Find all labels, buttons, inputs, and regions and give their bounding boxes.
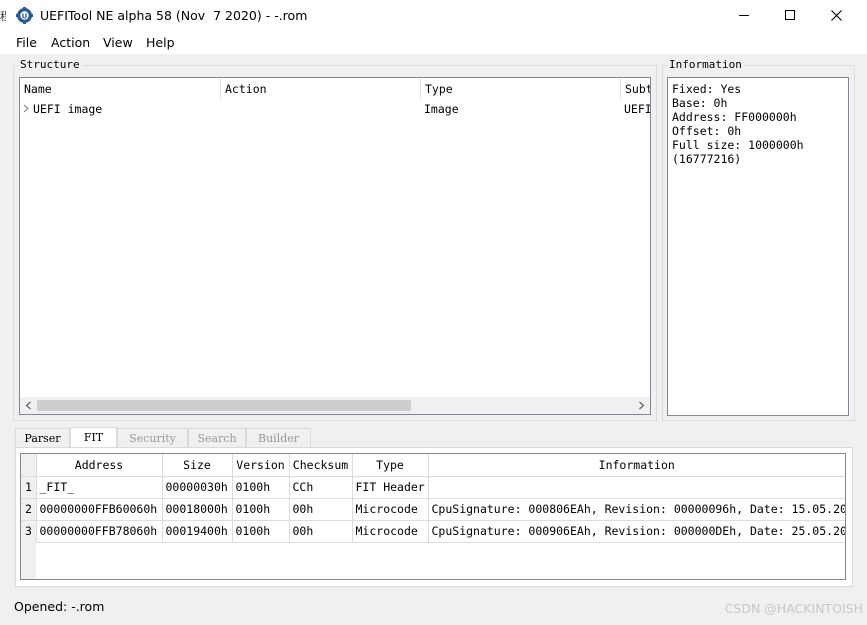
column-header-size[interactable]: Size [162,454,233,477]
cell-checksum: CCh [289,476,353,499]
information-group-title: Information [667,58,744,71]
cell-size: 00000030h [162,476,233,499]
cell-checksum: 00h [289,498,353,521]
close-icon [830,9,842,21]
minimize-button[interactable] [721,0,767,30]
info-line: Full size: 1000000h [672,138,804,152]
status-bar-text: Opened: -.rom [14,599,105,614]
tree-row[interactable]: UEFI image Image UEFI [20,100,650,118]
scroll-right-icon[interactable] [638,401,645,410]
information-text[interactable]: Fixed: Yes Base: 0h Address: FF000000h O… [667,77,849,416]
expand-chevron-icon[interactable] [23,104,29,113]
column-header-name[interactable]: Name [20,78,221,100]
maximize-icon [785,10,795,20]
horizontal-scrollbar[interactable] [20,397,650,414]
row-header-filler [21,542,36,579]
menu-help[interactable]: Help [146,35,175,50]
tab-security[interactable]: Security [117,428,188,447]
cell-address: _FIT_ [36,476,163,499]
menu-view[interactable]: View [103,35,133,50]
tab-fit[interactable]: FIT [70,427,117,447]
info-line: Base: 0h [672,96,728,110]
cell-version: 0100h [232,498,290,521]
window-title: UEFITool NE alpha 58 (Nov 7 2020) - -.ro… [40,8,308,23]
info-line: Offset: 0h [672,124,742,138]
row-number: 2 [21,498,37,521]
tab-search[interactable]: Search [188,428,246,447]
menu-bar: File Action View Help [0,32,867,54]
table-row[interactable]: 3 00000000FFB78060h 00019400h 0100h 00h … [21,520,845,543]
column-header-subtype[interactable]: Subtype [621,78,650,100]
cell-type: Microcode [352,498,429,521]
watermark: CSDN @HACKINTOISH [724,601,863,616]
minimize-icon [739,15,749,16]
column-header-version[interactable]: Version [232,454,290,477]
row-number: 1 [21,476,37,499]
cell-address: 00000000FFB60060h [36,498,163,521]
cell-checksum: 00h [289,520,353,543]
cell-information: CpuSignature: 000906EAh, Revision: 00000… [428,520,845,543]
close-button[interactable] [813,0,859,30]
cell-size: 00019400h [162,520,233,543]
info-line: Fixed: Yes [672,82,742,96]
fit-table[interactable]: Address Size Version Checksum Type Infor… [20,453,846,580]
table-row[interactable]: 1 _FIT_ 00000030h 0100h CCh FIT Header [21,476,845,499]
structure-tree[interactable]: Name Action Type Subtype UEFI image Imag… [19,77,651,415]
column-header-type[interactable]: Type [421,78,621,100]
table-corner [21,454,37,477]
title-bar: 程 U UEFITool NE alpha 58 (Nov 7 2020) - … [0,0,867,32]
column-header-address[interactable]: Address [36,454,163,477]
cell-size: 00018000h [162,498,233,521]
row-number: 3 [21,520,37,543]
tab-builder[interactable]: Builder [246,428,311,447]
tree-cell-type: Image [424,102,459,116]
cell-information: CpuSignature: 000806EAh, Revision: 00000… [428,498,845,521]
scrollbar-thumb[interactable] [37,400,411,411]
tree-cell-name: UEFI image [33,102,103,116]
left-edge-artifact: 程 [0,10,6,23]
table-row[interactable]: 2 00000000FFB60060h 00018000h 0100h 00h … [21,498,845,521]
column-header-information[interactable]: Information [428,454,845,477]
cell-type: Microcode [352,520,429,543]
app-gear-icon: U [16,7,33,24]
menu-action[interactable]: Action [51,35,90,50]
info-line: (16777216) [672,152,742,166]
tree-cell-subtype: UEFI [624,102,650,116]
column-header-checksum[interactable]: Checksum [289,454,353,477]
svg-text:U: U [22,13,28,21]
cell-information [428,476,845,499]
maximize-button[interactable] [767,0,813,30]
tab-parser[interactable]: Parser [15,428,70,447]
scroll-left-icon[interactable] [25,401,32,410]
column-header-action[interactable]: Action [221,78,421,100]
info-line: Address: FF000000h [672,110,797,124]
cell-address: 00000000FFB78060h [36,520,163,543]
cell-type: FIT Header [352,476,429,499]
cell-version: 0100h [232,476,290,499]
cell-version: 0100h [232,520,290,543]
column-header-type[interactable]: Type [352,454,429,477]
structure-group-title: Structure [18,58,82,71]
menu-file[interactable]: File [16,35,37,50]
